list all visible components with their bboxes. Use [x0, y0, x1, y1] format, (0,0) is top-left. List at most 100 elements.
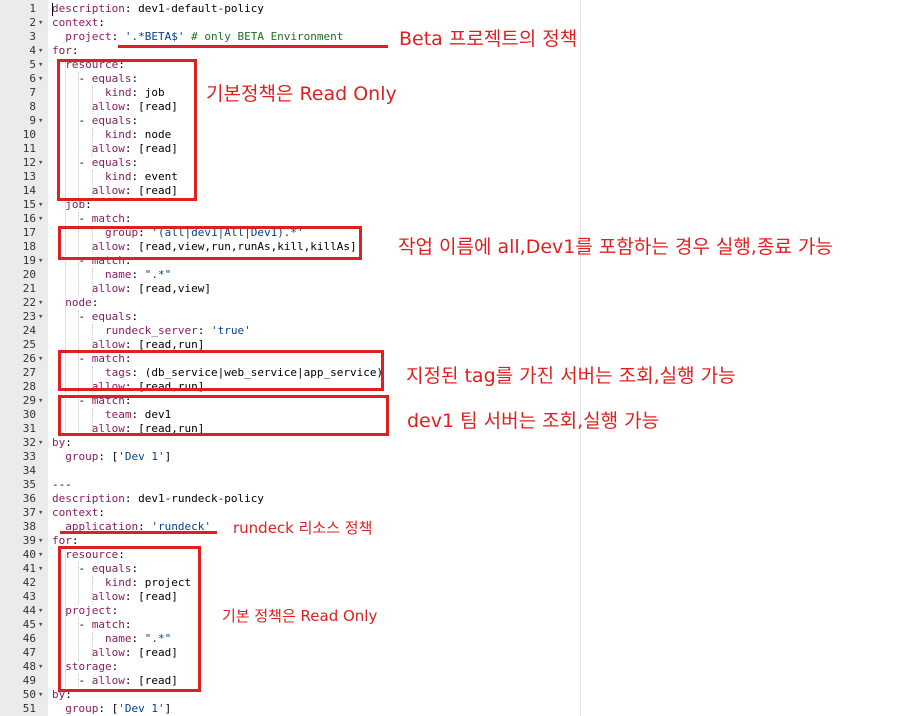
annotation-team-server-policy: dev1 팀 서버는 조회,실행 가능: [407, 410, 660, 432]
code-line[interactable]: 21 allow: [read,view]: [0, 282, 921, 296]
yaml-text: ]: [164, 702, 172, 715]
code-line[interactable]: 36 description: dev1-rundeck-policy: [0, 492, 921, 506]
code-line[interactable]: 51 group: ['Dev 1']: [0, 702, 921, 716]
yaml-string: 'Dev 1': [118, 450, 165, 463]
line-number: 29: [22, 394, 36, 407]
fold-toggle-icon[interactable]: ▾: [38, 72, 48, 86]
line-number: 43: [22, 590, 36, 603]
line-number: 27: [22, 366, 36, 379]
code-line[interactable]: 37 ▾ context:: [0, 506, 921, 520]
line-number: 14: [22, 184, 36, 197]
yaml-key: for: [52, 44, 72, 57]
line-number: 46: [22, 632, 36, 645]
line-number: 3: [29, 30, 36, 43]
line-number: 37: [22, 506, 36, 519]
code-line[interactable]: 22 ▾ node:: [0, 296, 921, 310]
yaml-text: : [: [98, 702, 119, 715]
line-number: 21: [22, 282, 36, 295]
yaml-text: :: [91, 296, 99, 309]
yaml-text: [52, 30, 65, 43]
line-code: by:: [52, 436, 72, 450]
line-number: 39: [22, 534, 36, 547]
fold-toggle-icon[interactable]: ▾: [38, 436, 48, 450]
line-code: for:: [52, 44, 79, 58]
line-number: 44: [22, 604, 36, 617]
fold-toggle-icon[interactable]: ▾: [38, 198, 48, 212]
fold-toggle-icon[interactable]: ▾: [38, 352, 48, 366]
line-number: 18: [22, 240, 36, 253]
line-code: allow: [read,view]: [52, 282, 211, 296]
fold-toggle-icon[interactable]: ▾: [38, 254, 48, 268]
yaml-string: 'true': [210, 324, 251, 337]
underline-project-context: [118, 45, 388, 48]
line-number: 5: [29, 58, 36, 71]
code-line[interactable]: 1 description: dev1-default-policy: [0, 2, 921, 16]
yaml-string: 'Dev 1': [118, 702, 165, 715]
annotation-rundeck-resource-policy: rundeck 리소스 정책: [233, 519, 373, 537]
yaml-text: :: [131, 310, 139, 323]
line-number: 33: [22, 450, 36, 463]
fold-toggle-icon[interactable]: ▾: [38, 688, 48, 702]
fold-toggle-icon[interactable]: ▾: [38, 394, 48, 408]
line-code: ---: [52, 478, 72, 492]
line-number: 34: [22, 464, 36, 477]
fold-toggle-icon[interactable]: ▾: [38, 660, 48, 674]
annotation-job-name-policy: 작업 이름에 all,Dev1를 포함하는 경우 실행,종료 가능: [398, 236, 833, 258]
fold-toggle-icon[interactable]: ▾: [38, 548, 48, 562]
fold-toggle-icon[interactable]: ▾: [38, 296, 48, 310]
box-job-group-match: [58, 226, 362, 260]
line-number: 47: [22, 646, 36, 659]
code-line[interactable]: 23 ▾ - equals:: [0, 310, 921, 324]
yaml-key: description: [52, 492, 125, 505]
code-line[interactable]: 33 group: ['Dev 1']: [0, 450, 921, 464]
line-number: 7: [29, 86, 36, 99]
line-number: 45: [22, 618, 36, 631]
fold-toggle-icon[interactable]: ▾: [38, 618, 48, 632]
line-code: group: ['Dev 1']: [52, 702, 171, 716]
yaml-text: [52, 450, 65, 463]
yaml-text: :: [98, 16, 105, 29]
fold-toggle-icon[interactable]: ▾: [38, 44, 48, 58]
fold-toggle-icon[interactable]: ▾: [38, 156, 48, 170]
yaml-text: : [read,view]: [124, 282, 211, 295]
code-line[interactable]: 32 ▾ by:: [0, 436, 921, 450]
line-code: context:: [52, 506, 105, 520]
line-number: 40: [22, 548, 36, 561]
yaml-key: equals: [91, 310, 132, 323]
fold-toggle-icon[interactable]: ▾: [38, 534, 48, 548]
fold-toggle-icon[interactable]: ▾: [38, 114, 48, 128]
yaml-text: [52, 702, 65, 715]
line-number: 15: [22, 198, 36, 211]
yaml-key: project: [65, 30, 112, 43]
line-number: 49: [22, 674, 36, 687]
yaml-text: :: [111, 30, 125, 43]
yaml-text: : [: [98, 450, 119, 463]
code-line[interactable]: 16 ▾ - match:: [0, 212, 921, 226]
yaml-text: :: [71, 44, 79, 57]
code-line[interactable]: 24 rundeck_server: 'true': [0, 324, 921, 338]
line-code: name: ".*": [52, 268, 171, 282]
code-line[interactable]: 20 name: ".*": [0, 268, 921, 282]
yaml-key: rundeck_server: [104, 324, 198, 337]
line-code: rundeck_server: 'true': [52, 324, 251, 338]
line-number: 2: [29, 16, 36, 29]
yaml-text: :: [98, 506, 105, 519]
yaml-key: match: [91, 212, 125, 225]
fold-toggle-icon[interactable]: ▾: [38, 506, 48, 520]
fold-toggle-icon[interactable]: ▾: [38, 58, 48, 72]
code-line[interactable]: 35 ---: [0, 478, 921, 492]
fold-toggle-icon[interactable]: ▾: [38, 16, 48, 30]
line-number: 30: [22, 408, 36, 421]
line-number: 22: [22, 296, 36, 309]
annotation-tag-server-policy: 지정된 tag를 가진 서버는 조회,실행 가능: [406, 365, 736, 387]
fold-toggle-icon[interactable]: ▾: [38, 310, 48, 324]
line-number: 23: [22, 310, 36, 323]
fold-toggle-icon[interactable]: ▾: [38, 562, 48, 576]
box-node-tags-match: [58, 350, 384, 391]
fold-toggle-icon[interactable]: ▾: [38, 212, 48, 226]
line-number: 20: [22, 268, 36, 281]
yaml-key: description: [52, 2, 125, 15]
code-line[interactable]: 34: [0, 464, 921, 478]
fold-toggle-icon[interactable]: ▾: [38, 604, 48, 618]
annotation-beta-project-policy: Beta 프로젝트의 정책: [399, 28, 578, 50]
